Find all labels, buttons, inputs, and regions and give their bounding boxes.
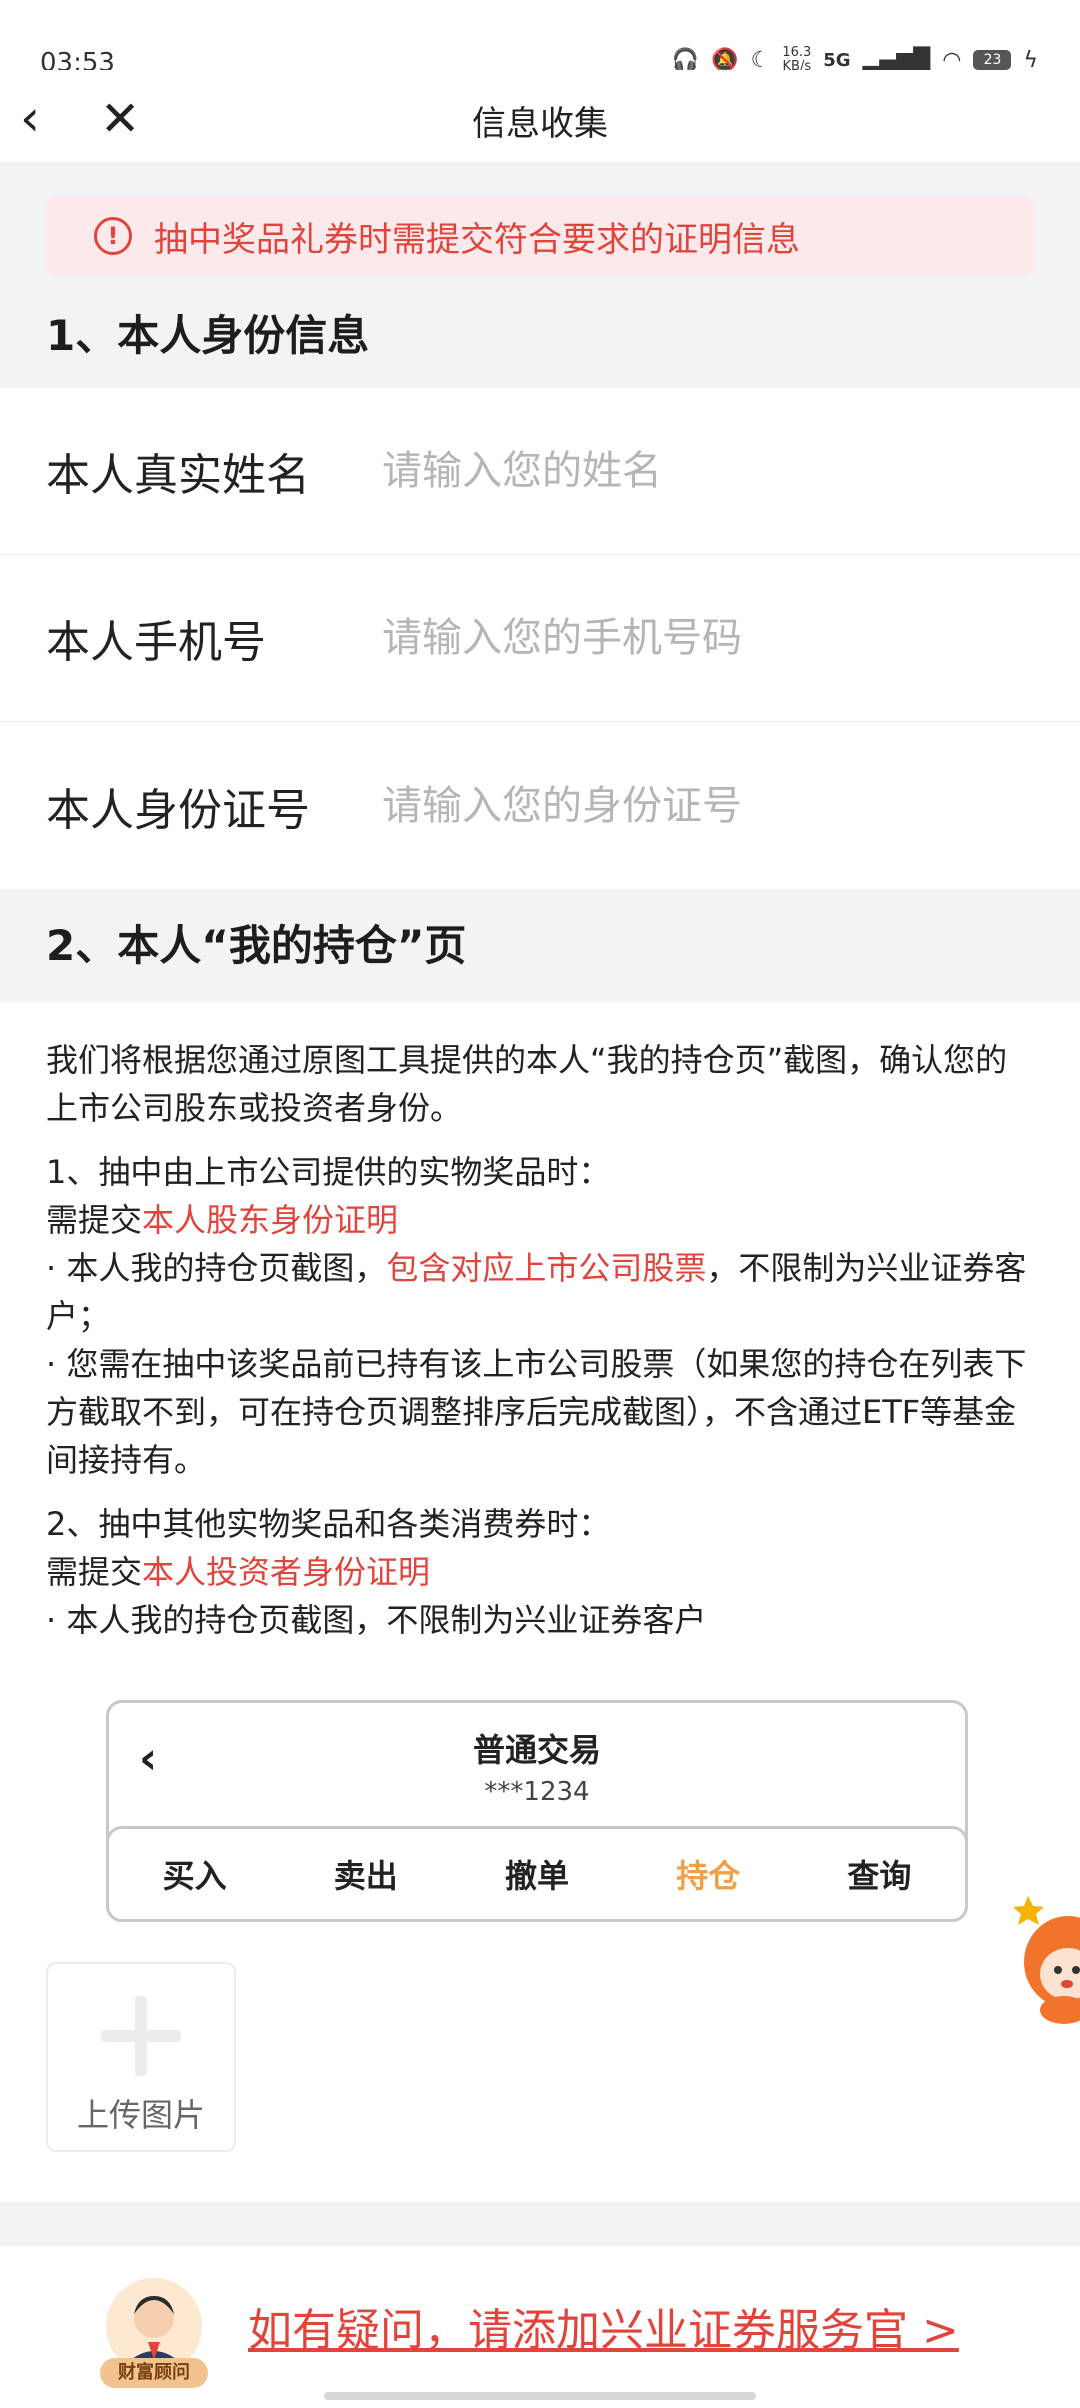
example-tab-sell: 卖出 [333,1857,398,1895]
name-label: 本人真实姓名 [46,450,310,501]
rule-2-req-prefix: 需提交 [46,1553,143,1591]
example-tab-cancel: 撤单 [505,1857,570,1895]
identity-form: 本人真实姓名 本人手机号 本人身份证号 [0,388,1080,889]
rule-1-heading: 1、抽中由上市公司提供的实物奖品时： [46,1153,611,1191]
section-title-identity: 1、本人身份信息 [46,311,370,360]
rule-2-bullet-1: · 本人我的持仓页截图，不限制为兴业证券客户 [46,1601,707,1639]
rule-1-req-highlight: 本人股东身份证明 [142,1201,399,1239]
rule-2: 2、抽中其他实物奖品和各类消费券时： 需提交本人投资者身份证明 · 本人我的持仓… [46,1500,1036,1644]
name-input[interactable] [382,448,1022,494]
rule-1-bullet-2: · 您需在抽中该奖品前已持有该上市公司股票（如果您的持仓在列表下方截取不到，可在… [46,1345,1027,1479]
notice-banner: ! 抽中奖品礼券时需提交符合要求的证明信息 [46,196,1034,276]
headphones-icon: 🎧 [671,47,700,73]
rule-1-req-prefix: 需提交 [46,1201,143,1239]
rule-2-heading: 2、抽中其他实物奖品和各类消费券时： [46,1505,611,1543]
info-icon: ! [94,217,132,255]
rule-1-bullet-1a: · 本人我的持仓页截图， [46,1249,387,1287]
mascot-icon[interactable] [1010,1890,1080,2040]
signal-icon: ▂▄▆█ [862,47,931,73]
example-tab-holdings: 持仓 [676,1857,741,1895]
form-row-phone: 本人手机号 [0,555,1080,722]
battery-icon: 23 [973,50,1012,70]
footer: 财富顾问 如有疑问，请添加兴业证券服务官 > [0,2246,1080,2408]
example-account: ***1234 [484,1777,590,1807]
nav-bar: ‹ ✕ 信息收集 [0,70,1080,162]
example-tabs: 买入 卖出 撤单 持仓 查询 [106,1826,968,1922]
moon-icon: ☾ [750,47,771,73]
rule-2-req-highlight: 本人投资者身份证明 [142,1553,431,1591]
upload-image-label: 上传图片 [76,2096,205,2134]
advisor-tag: 财富顾问 [100,2358,208,2388]
id-number-input[interactable] [382,782,1022,829]
contact-service-link[interactable]: 如有疑问，请添加兴业证券服务官 > [248,2294,959,2358]
holdings-section: 我们将根据您通过原图工具提供的本人“我的持仓页”截图，确认您的上市公司股东或投资… [0,1002,1080,2202]
id-number-label: 本人身份证号 [46,784,310,836]
section-title-holdings: 2、本人“我的持仓”页 [46,921,467,970]
rule-1: 1、抽中由上市公司提供的实物奖品时： 需提交本人股东身份证明 · 本人我的持仓页… [46,1148,1036,1484]
home-indicator [324,2392,756,2400]
network-type: 5G [823,49,851,71]
notice-text: 抽中奖品礼券时需提交符合要求的证明信息 [154,219,800,260]
charging-icon: ϟ [1023,47,1038,73]
example-screenshot: ‹ 普通交易 ***1234 买入 卖出 撤单 持仓 查询 [106,1700,968,1922]
upload-image-button[interactable]: 上传图片 [46,1962,236,2152]
phone-label: 本人手机号 [46,617,266,668]
holdings-description: 我们将根据您通过原图工具提供的本人“我的持仓页”截图，确认您的上市公司股东或投资… [46,1036,1036,1660]
example-title: 普通交易 [472,1731,601,1769]
intro-text: 我们将根据您通过原图工具提供的本人“我的持仓页”截图，确认您的上市公司股东或投资… [46,1041,1008,1127]
rule-1-bullet-1-highlight: 包含对应上市公司股票 [386,1249,707,1287]
example-tab-query: 查询 [847,1857,912,1895]
plus-icon [101,1996,181,2076]
phone-input[interactable] [382,615,1022,661]
mute-icon: 🔕 [711,47,739,73]
form-row-name: 本人真实姓名 [0,388,1080,555]
example-tab-buy: 买入 [162,1857,227,1895]
wifi-icon: ◠ [942,47,962,73]
page-title: 信息收集 [472,104,608,144]
form-row-id: 本人身份证号 [0,722,1080,889]
